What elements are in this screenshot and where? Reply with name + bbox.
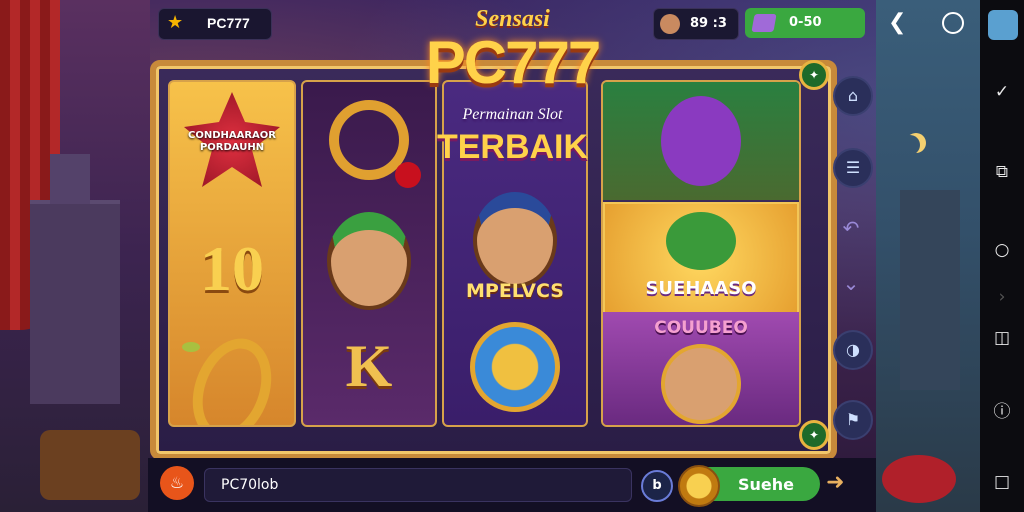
bonus-badge[interactable]: b	[641, 470, 673, 502]
logo-bottom: TERBAIK	[436, 128, 589, 166]
corner-gem-icon: ✦	[799, 420, 829, 450]
tower	[900, 190, 960, 390]
moon-icon	[900, 135, 920, 155]
run-icon[interactable]: ⚑	[833, 400, 873, 440]
chevron-right-icon[interactable]: ›	[990, 285, 1014, 309]
spin-button[interactable]: Suehe	[678, 465, 820, 507]
brand-badge[interactable]: ★ PC777	[158, 8, 272, 40]
coin-face-icon	[470, 322, 560, 412]
game-logo: Sensasi PC777 Permainan Slot TERBAIK	[380, 6, 645, 166]
reel-3-label: MPELVCS	[466, 280, 564, 302]
corner-gem-icon: ✦	[799, 60, 829, 90]
counter-value: 89 :3	[690, 16, 727, 31]
back-icon[interactable]: ❮	[888, 10, 906, 35]
player-counter[interactable]: 89 :3	[653, 8, 739, 40]
reel-4-mid-label: SUEHAASO	[645, 278, 757, 299]
castle	[30, 154, 120, 404]
logo-main: PC777	[425, 29, 601, 96]
info-icon[interactable]: ⓘ	[990, 400, 1014, 424]
spin-label: Suehe	[738, 475, 795, 494]
screenshot-icon[interactable]: ⧉	[990, 160, 1014, 184]
menu-icon[interactable]: ☰	[833, 148, 873, 188]
reel-1[interactable]: CONDHAARAOR PORDAUHN 10	[168, 80, 296, 427]
panel-green-cat: SUEHAASO	[603, 202, 799, 314]
fire-icon[interactable]: ♨	[160, 466, 194, 500]
coin-icon	[678, 465, 720, 507]
character-face	[661, 344, 741, 424]
check-icon[interactable]: ✓	[990, 80, 1014, 104]
avatar	[660, 14, 680, 34]
reel-4-bottom-label: COUUBEO	[654, 318, 748, 338]
circle-icon[interactable]: ○	[990, 238, 1014, 262]
star-icon: ★	[167, 12, 184, 33]
purple-cat	[661, 96, 741, 186]
gem-icon	[751, 14, 777, 32]
split-icon[interactable]: ◫	[990, 326, 1014, 350]
apple	[882, 455, 956, 503]
arrow-right-icon[interactable]: ➜	[826, 470, 844, 495]
hat-icon[interactable]: ⌂	[833, 76, 873, 116]
square-icon[interactable]: □	[990, 470, 1014, 494]
leaf-icon	[182, 342, 200, 352]
barrel	[40, 430, 140, 500]
rotate-icon[interactable]: ↶	[833, 210, 869, 246]
green-cat	[666, 212, 736, 270]
character-cat-cap	[473, 192, 557, 288]
bet-input-value: PC70lob	[221, 477, 279, 493]
symbol-k: K	[345, 333, 393, 399]
panel-character: COUUBEO	[603, 312, 799, 425]
symbol-10: 10	[200, 233, 264, 304]
down-icon[interactable]: ⌄	[833, 265, 869, 301]
sound-icon[interactable]: ◑	[833, 330, 873, 370]
bet-input[interactable]: PC70lob	[204, 468, 632, 502]
app-avatar-icon[interactable]	[988, 10, 1018, 40]
system-bar: ✓ ⧉ ○ › ◫ ⓘ □	[980, 0, 1024, 512]
balance-value: 0-50	[789, 15, 822, 30]
logo-sub: Permainan Slot	[462, 106, 563, 123]
left-scenery	[0, 0, 150, 512]
home-icon[interactable]	[942, 12, 964, 34]
character-girl	[327, 212, 411, 310]
seal-text: CONDHAARAOR PORDAUHN	[188, 130, 276, 153]
balance-button[interactable]: 0-50	[745, 8, 865, 38]
brand-name: PC777	[207, 15, 250, 31]
